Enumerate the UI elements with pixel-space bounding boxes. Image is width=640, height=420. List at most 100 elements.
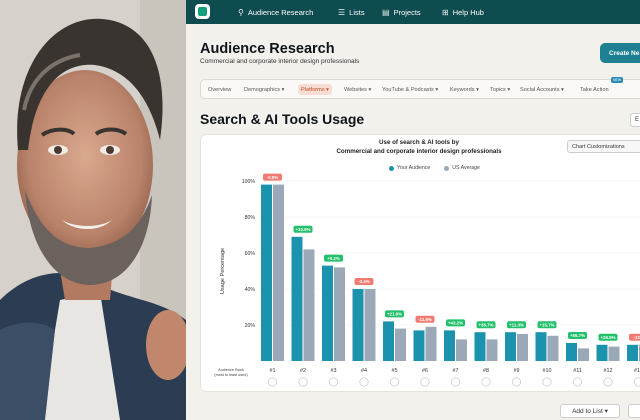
x-tick-label: #13 [634,368,640,374]
x-axis-label: (most to least used) [214,373,248,377]
tab-overview[interactable]: Overview [205,84,234,95]
bar-your-audience [413,330,425,361]
bar-us-average [425,326,437,361]
x-tick-label: #2 [300,368,306,374]
diff-label: +43.2% [448,321,463,326]
tab-demographics[interactable]: Demographics ▾ [241,84,287,95]
y-tick-label: 40% [245,287,256,293]
brave-icon [481,377,491,387]
tab-topics[interactable]: Topics ▾ [487,84,513,95]
x-tick-label: #11 [573,368,582,374]
x-axis-label: Audience Rank [218,368,244,372]
bar-us-average [608,346,620,361]
tab-websites[interactable]: Websites ▾ [341,84,374,95]
bar-your-audience [566,343,577,361]
bar-your-audience [474,332,486,361]
bar-chart: 20% 40% 60% 80% 100% Usage Percentage Audience… [214,173,640,387]
bar-your-audience [383,321,394,361]
page-subtitle: Commercial and corporate interior design… [200,58,360,65]
duckduckgo-alt-icon [634,377,640,387]
section-tabs: Overview Demographics ▾ Platforms ▾ Webs… [200,79,640,99]
gemini-icon [542,377,552,387]
bar-us-average [456,339,467,361]
claude-icon [572,377,582,387]
tab-keywords[interactable]: Keywords ▾ [447,84,482,95]
diff-label: +11.3% [509,322,524,327]
bing-icon [359,377,369,387]
bar-us-average [578,348,589,361]
bar-your-audience [627,344,638,361]
nav-item-label: Lists [349,7,365,17]
tab-take-action[interactable]: Take Action [577,84,612,95]
diff-label: -11.6% [418,317,432,322]
help-icon: ⊞ [442,7,449,17]
nav-item-label: Projects [393,7,421,17]
bar-us-average [273,184,284,361]
diff-label: -0.5% [267,175,279,180]
x-tick-label: #5 [392,368,398,374]
yahoo-icon [329,377,339,387]
bar-us-average [547,335,559,361]
y-tick-label: 100% [242,179,256,185]
page-title: Audience Research [200,41,335,57]
perplexity-icon [451,377,461,387]
diff-label: -3.4% [358,279,370,284]
bar-us-average [334,267,345,361]
x-tick-label: #1 [270,368,276,374]
diff-label: +15.7% [539,322,554,327]
diff-label: +36.7% [478,322,493,327]
nav-item-label: Audience Research [247,7,314,17]
diff-label: +55.7% [570,333,585,338]
bar-us-average [486,339,498,361]
app-logo[interactable] [195,4,210,19]
y-axis-label: Usage Percentage [220,248,226,294]
x-tick-label: #7 [453,368,459,374]
x-tick-label: #4 [361,368,367,374]
nav-lists[interactable]: ☰ Lists [338,0,365,24]
document-icon: ▤ [382,7,390,17]
y-tick-label: 60% [245,251,256,257]
x-tick-label: #9 [514,368,520,374]
add-to-list-button[interactable]: Add to List ▾ [560,404,620,418]
chatgpt-icon [298,377,308,387]
bar-your-audience [261,184,272,361]
bar-your-audience [535,332,547,361]
chart-card: Use of search & AI tools by Commercial a… [200,134,640,392]
export-button[interactable]: E [630,113,640,127]
bar-your-audience [322,265,333,361]
tab-youtube-podcasts[interactable]: YouTube & Podcasts ▾ [379,84,441,95]
bar-your-audience [444,330,455,361]
nav-projects[interactable]: ▤ Projects [382,0,421,24]
diff-label: +10.9% [295,227,310,232]
y-tick-label: 80% [245,215,256,221]
x-tick-label: #6 [422,368,428,374]
more-options-button[interactable] [628,404,640,418]
bar-your-audience [352,289,364,361]
x-tick-label: #12 [604,368,613,374]
x-tick-label: #10 [543,368,552,374]
diff-label: -13.6 [633,335,640,340]
bar-us-average [517,334,528,361]
y-tick-label: 20% [245,323,256,329]
presenter-illustration [0,0,186,420]
diff-label: +26.5% [600,335,615,340]
copilot-icon [511,377,521,387]
tab-social-accounts[interactable]: Social Accounts ▾ [517,84,567,95]
bar-your-audience [291,236,303,361]
nav-item-label: Help Hub [452,7,484,17]
google-icon [268,377,278,387]
app-window: ⚲ Audience Research ☰ Lists ▤ Projects ⊞… [186,0,640,420]
bar-us-average [364,289,376,361]
grok-icon [603,377,613,387]
diff-label: +0.2% [327,256,340,261]
opera-icon [420,377,430,387]
nav-audience-research[interactable]: ⚲ Audience Research [238,0,313,24]
duckduckgo-icon [390,377,400,387]
top-navigation: ⚲ Audience Research ☰ Lists ▤ Projects ⊞… [186,0,640,24]
bar-your-audience [596,344,608,361]
search-icon: ⚲ [238,7,244,17]
tab-platforms[interactable]: Platforms ▾ [298,84,332,95]
nav-help-hub[interactable]: ⊞ Help Hub [442,0,484,24]
create-new-button[interactable]: Create Ne [600,43,640,63]
list-icon: ☰ [338,7,346,17]
